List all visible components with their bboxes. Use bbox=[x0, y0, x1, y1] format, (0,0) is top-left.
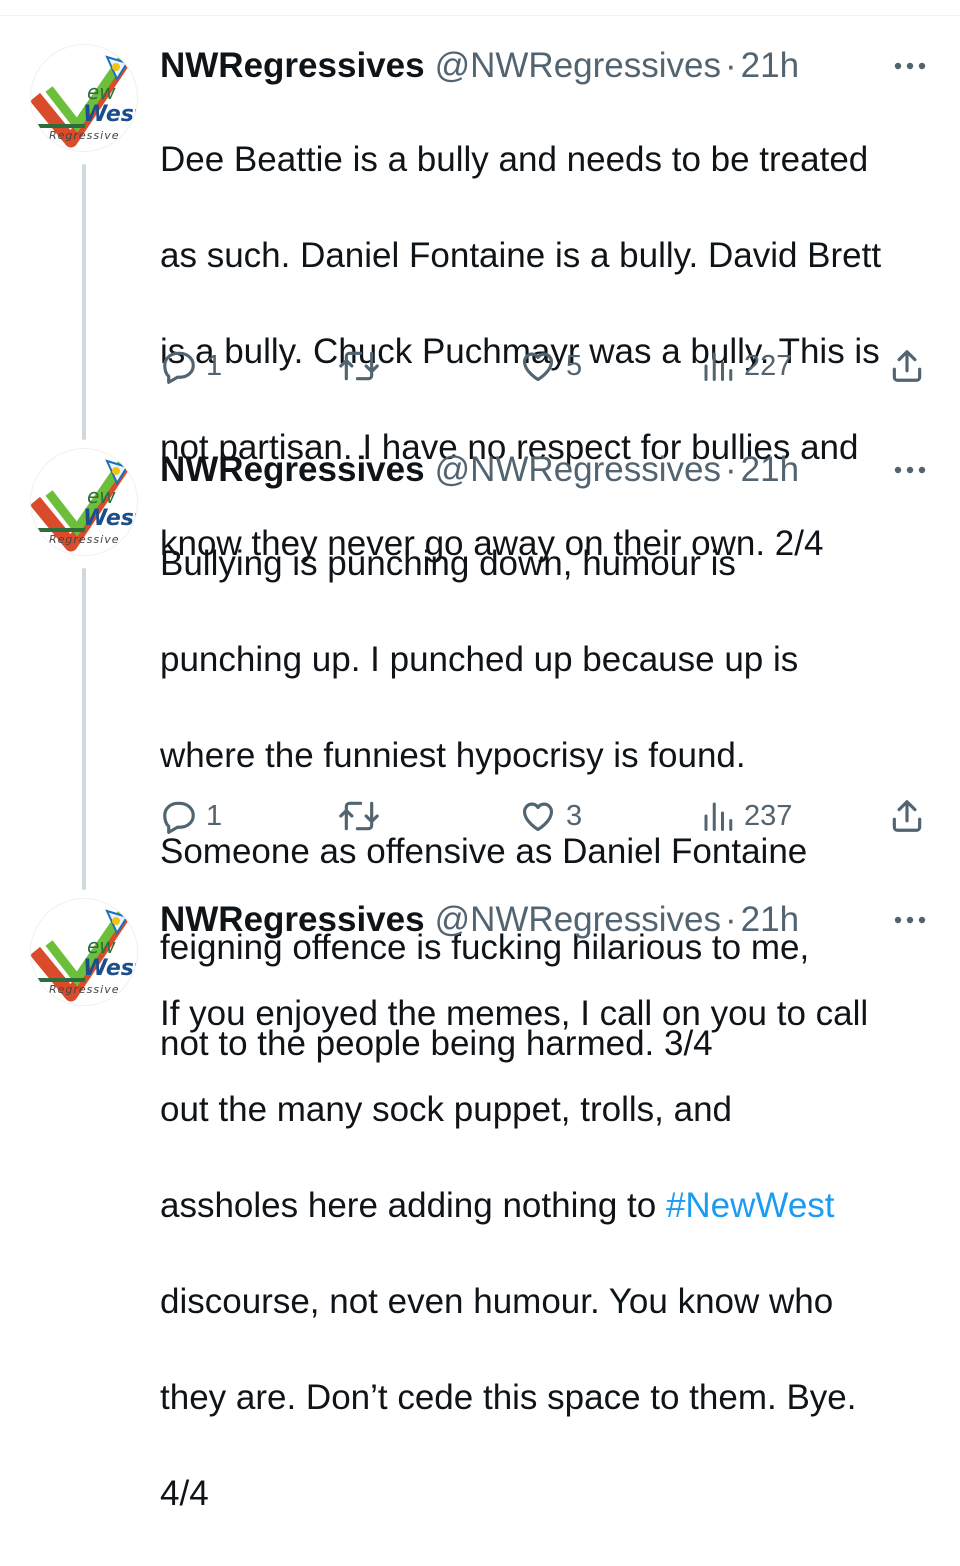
tweet-line: out the many sock puppet, trolls, and bbox=[160, 1090, 732, 1129]
analytics-icon bbox=[704, 352, 733, 381]
heart-icon bbox=[522, 802, 554, 832]
reply-button[interactable]: 1 bbox=[160, 346, 222, 386]
view-count: 237 bbox=[744, 799, 793, 832]
like-button[interactable]: 3 bbox=[518, 796, 582, 836]
tweet-header: NWRegressives @NWRegressives · 21h bbox=[160, 44, 799, 88]
user-handle[interactable]: @NWRegressives bbox=[435, 46, 721, 85]
avatar-text-regressive: Regressive bbox=[49, 983, 119, 996]
avatar-text-regressive: Regressive bbox=[49, 533, 119, 546]
timestamp[interactable]: 21h bbox=[741, 46, 799, 85]
avatar-text-regressive: Regressive bbox=[49, 129, 119, 142]
tweet-line: they are. Don’t cede this space to them.… bbox=[160, 1378, 857, 1417]
views-button[interactable]: 227 bbox=[700, 346, 792, 386]
thread-line bbox=[82, 164, 86, 440]
action-bar: 1 5 227 bbox=[160, 346, 930, 386]
tweet-line: where the funniest hypocrisy is found. bbox=[160, 736, 746, 775]
separator-dot: · bbox=[725, 900, 737, 939]
tweet-2-of-4[interactable]: ew West Regressive NWRegressives @NWRegre… bbox=[0, 44, 960, 563]
top-divider bbox=[0, 15, 960, 16]
view-count: 227 bbox=[744, 349, 793, 382]
avatar[interactable]: ew West Regressive bbox=[30, 448, 138, 556]
hashtag-link[interactable]: #NewWest bbox=[666, 1186, 835, 1225]
tweet-3-of-4[interactable]: ew West Regressive NWRegressives @NWRegre… bbox=[0, 448, 960, 1063]
tweet-line: assholes here adding nothing to #NewWest bbox=[160, 1182, 940, 1230]
tweet-line-text: assholes here adding nothing to bbox=[160, 1186, 666, 1225]
reply-icon bbox=[163, 351, 195, 384]
more-options-icon[interactable] bbox=[890, 450, 930, 490]
display-name[interactable]: NWRegressives bbox=[160, 900, 425, 939]
tweet-header: NWRegressives @NWRegressives · 21h bbox=[160, 448, 799, 492]
separator-dot: · bbox=[725, 46, 737, 85]
action-bar: 1 3 237 bbox=[160, 796, 930, 836]
avatar-text-west: West bbox=[83, 506, 138, 531]
like-button[interactable]: 5 bbox=[518, 346, 582, 386]
display-name[interactable]: NWRegressives bbox=[160, 450, 425, 489]
avatar-text-ew: ew bbox=[87, 80, 116, 104]
timestamp[interactable]: 21h bbox=[741, 450, 799, 489]
tweet-line: as such. Daniel Fontaine is a bully. Dav… bbox=[160, 236, 882, 275]
timestamp[interactable]: 21h bbox=[741, 900, 799, 939]
display-name[interactable]: NWRegressives bbox=[160, 46, 425, 85]
like-count: 3 bbox=[566, 799, 583, 832]
tweet-text: If you enjoyed the memes, I call on you … bbox=[160, 942, 940, 1566]
analytics-icon bbox=[704, 802, 733, 831]
reply-count: 1 bbox=[206, 349, 223, 382]
repost-icon bbox=[339, 801, 379, 831]
share-button[interactable] bbox=[888, 796, 926, 836]
repost-icon bbox=[339, 351, 379, 381]
reply-icon bbox=[163, 801, 195, 834]
tweet-line: discourse, not even humour. You know who bbox=[160, 1282, 834, 1321]
share-button[interactable] bbox=[888, 346, 926, 386]
avatar-text-ew: ew bbox=[87, 934, 116, 958]
thread-line bbox=[82, 568, 86, 890]
user-handle[interactable]: @NWRegressives bbox=[435, 900, 721, 939]
reply-count: 1 bbox=[206, 799, 223, 832]
reply-button[interactable]: 1 bbox=[160, 796, 222, 836]
share-icon bbox=[892, 800, 922, 832]
tweet-header: NWRegressives @NWRegressives · 21h bbox=[160, 898, 799, 942]
tweet-4-of-4[interactable]: ew West Regressive NWRegressives @NWRegre… bbox=[0, 898, 960, 1513]
tweet-line: If you enjoyed the memes, I call on you … bbox=[160, 994, 869, 1033]
avatar-text-west: West bbox=[83, 956, 138, 981]
separator-dot: · bbox=[725, 450, 737, 489]
tweet-line: punching up. I punched up because up is bbox=[160, 640, 799, 679]
like-count: 5 bbox=[566, 349, 583, 382]
avatar-text-ew: ew bbox=[87, 484, 116, 508]
share-icon bbox=[892, 350, 922, 382]
more-options-icon[interactable] bbox=[890, 900, 930, 940]
repost-button[interactable] bbox=[338, 346, 380, 386]
tweet-line: Bullying is punching down, humour is bbox=[160, 544, 736, 583]
user-handle[interactable]: @NWRegressives bbox=[435, 450, 721, 489]
repost-button[interactable] bbox=[338, 796, 380, 836]
heart-icon bbox=[522, 352, 554, 382]
avatar[interactable]: ew West Regressive bbox=[30, 44, 138, 152]
avatar[interactable]: ew West Regressive bbox=[30, 898, 138, 1006]
avatar-text-west: West bbox=[83, 102, 138, 127]
views-button[interactable]: 237 bbox=[700, 796, 792, 836]
tweet-line: 4/4 bbox=[160, 1474, 209, 1513]
tweet-line: Dee Beattie is a bully and needs to be t… bbox=[160, 140, 869, 179]
more-options-icon[interactable] bbox=[890, 46, 930, 86]
